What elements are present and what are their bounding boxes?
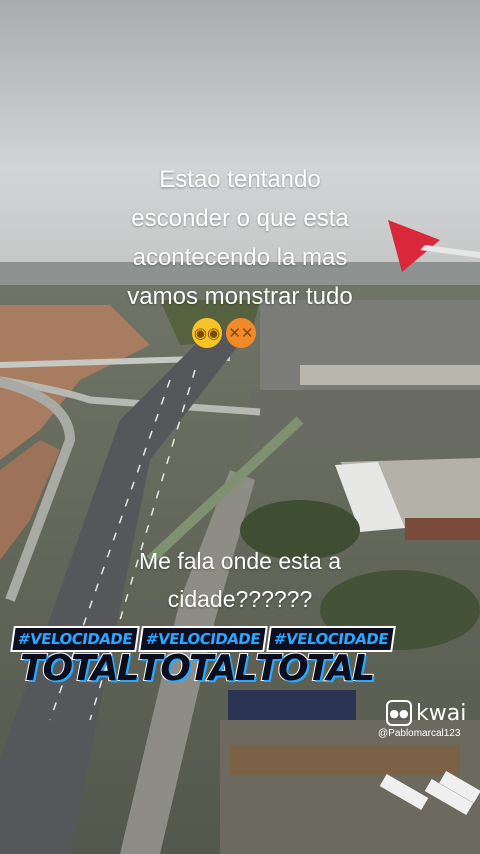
velocidade-total-sticker: #VELOCIDADE #VELOCIDADE #VELOCIDADE TOTA… [10, 626, 396, 702]
watermark-username: @Pablomarcal123 [378, 728, 461, 739]
caption-line: esconder o que esta [131, 205, 349, 232]
angry-face-icon: ✕✕ [226, 318, 256, 348]
caption-top: Estao tentando esconder o que esta acont… [0, 160, 480, 316]
total-label: TOTAL [19, 647, 141, 690]
kwai-watermark: ●● kwai @Pablomarcal123 [378, 700, 466, 739]
caption-line: Estao tentando [159, 166, 321, 193]
caption-line: vamos monstrar tudo [127, 283, 353, 310]
emoji-row: ◉◉ ✕✕ [192, 318, 256, 348]
total-row: TOTAL TOTAL TOTAL [19, 647, 376, 690]
caption-line: acontecendo la mas [132, 244, 348, 271]
total-label: TOTAL [254, 647, 376, 690]
kwai-logo-icon: ●● [386, 700, 412, 726]
warehouse-wall [405, 518, 480, 540]
total-label: TOTAL [137, 647, 259, 690]
kwai-logo: ●● kwai [386, 700, 466, 726]
caption-line: cidade?????? [167, 586, 313, 612]
kwai-brand: kwai [416, 700, 467, 726]
flushed-face-icon: ◉◉ [192, 318, 222, 348]
city-block [300, 365, 480, 385]
caption-line: Me fala onde esta a [138, 548, 342, 574]
caption-middle: Me fala onde esta a cidade?????? [0, 542, 480, 618]
lot [230, 745, 460, 775]
